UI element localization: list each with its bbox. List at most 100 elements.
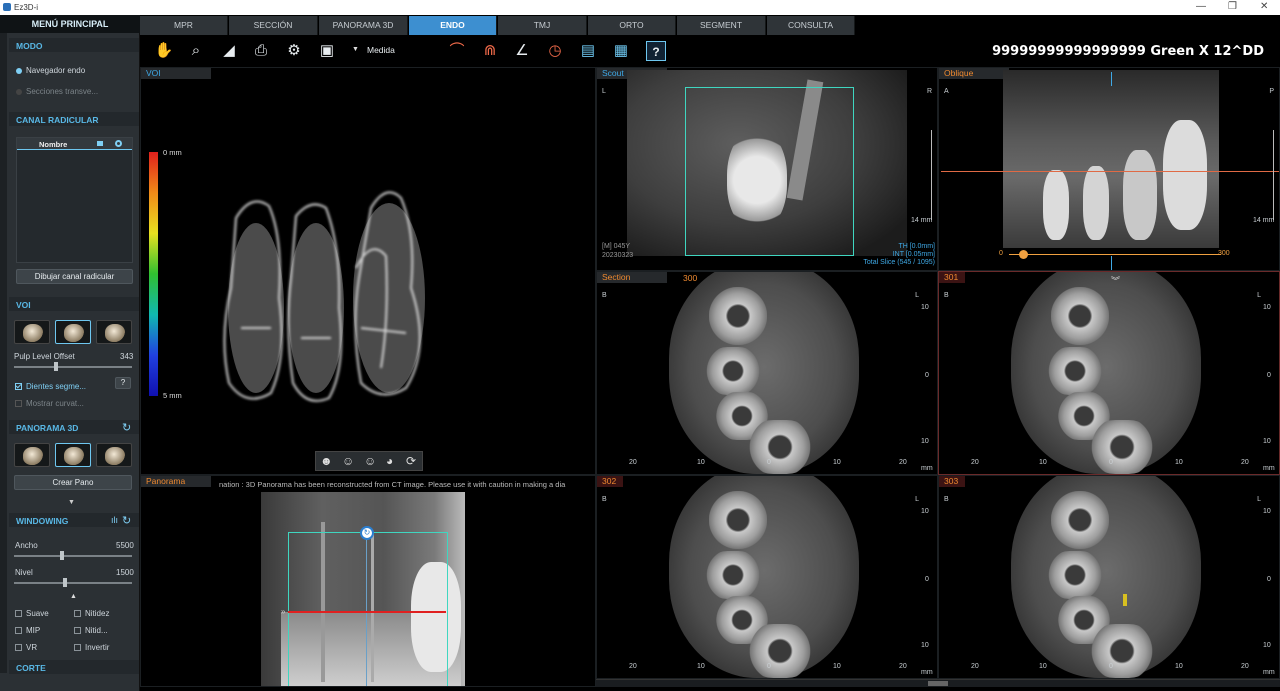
chk-nitid[interactable]: Nitid... — [74, 626, 108, 635]
collapse-chevron-icon[interactable]: ▲ — [70, 593, 77, 600]
rotate-handle-icon[interactable]: ↻ — [360, 526, 374, 540]
oblique-crosshair-v-top[interactable] — [1111, 72, 1112, 86]
expand-chevron-icon[interactable]: ▼ — [68, 499, 75, 506]
main-menu-header[interactable]: MENÚ PRINCIPAL — [0, 15, 140, 33]
pan-hand-icon[interactable]: ✋ — [154, 41, 174, 61]
zoom-icon[interactable]: ⌕ — [186, 41, 206, 61]
minimize-button[interactable]: — — [1196, 1, 1206, 12]
chk-mostrar[interactable]: Mostrar curvat... — [15, 399, 84, 408]
chk-nitidez[interactable]: Nitidez — [74, 609, 109, 618]
teeth-3d-render — [223, 191, 425, 402]
radio-secciones[interactable]: Secciones transve... — [16, 87, 98, 96]
nivel-slider[interactable] — [14, 578, 132, 587]
axis-tick: 10 — [1039, 663, 1047, 670]
voi-xray-thumb[interactable] — [96, 320, 132, 344]
tab-panorama-3d[interactable]: PANORAMA 3D — [319, 16, 408, 35]
ancho-slider[interactable] — [14, 551, 132, 560]
voi-skull-thumb[interactable] — [14, 320, 50, 344]
create-pano-button[interactable]: Crear Pano — [14, 475, 132, 490]
view-right-icon[interactable]: ☺ — [364, 454, 376, 468]
voi-viewport[interactable]: VOI 0 mm 5 mm ☻ ☺ ☺ ◕ ⟳ — [140, 67, 596, 475]
section-302-viewport[interactable]: 302 B L 20 10 0 10 20 10 0 10 mm — [596, 475, 938, 679]
oblique-viewport[interactable]: Oblique A P 14 mm 0 300 — [938, 67, 1280, 271]
scout-viewport[interactable]: Scout L R 14 mm [M] 045Y 20230323 TH [0.… — [596, 67, 938, 271]
arch-split-icon[interactable]: ⋒ — [480, 41, 500, 61]
pulp-slider-knob[interactable] — [53, 362, 58, 371]
tab-mpr[interactable]: MPR — [140, 16, 228, 35]
voi-title: VOI — [16, 300, 31, 310]
voi-teeth-thumb[interactable] — [55, 320, 91, 344]
view-front-icon[interactable]: ☻ — [320, 454, 333, 468]
chk-dientes[interactable]: Dientes segme... — [15, 382, 86, 391]
draw-canal-button[interactable]: Dibujar canal radicular — [16, 269, 133, 284]
tab-segment[interactable]: SEGMENT — [677, 16, 766, 35]
tab-endo[interactable]: ENDO — [409, 16, 497, 35]
tab-seccion[interactable]: SECCIÓN — [229, 16, 318, 35]
histogram-icon[interactable]: ılı — [111, 515, 118, 525]
maximize-button[interactable]: ❐ — [1228, 1, 1237, 12]
section-300-viewport[interactable]: Section 300 B L 20 10 0 10 20 10 0 10 mm — [596, 271, 938, 475]
chk-mip[interactable]: MIP — [15, 626, 40, 635]
visibility-column-icon[interactable] — [115, 140, 122, 147]
pulp-slider[interactable] — [14, 362, 132, 371]
pano-skull-thumb[interactable] — [14, 443, 50, 467]
section-303-viewport[interactable]: 303 B L 20 10 0 10 20 10 0 10 mm — [938, 475, 1280, 679]
radio-navegador-endo[interactable]: Navegador endo — [16, 66, 85, 75]
axis-tick: 0 — [1109, 459, 1113, 466]
measure-dropdown-icon[interactable]: ▼ — [352, 46, 359, 53]
reset-windowing-icon[interactable]: ↻ — [122, 514, 131, 527]
scrollbar-thumb[interactable] — [928, 681, 948, 686]
range-slider-knob[interactable] — [1019, 250, 1029, 259]
pano-curve-thumb[interactable] — [55, 443, 91, 467]
help-icon[interactable]: ? — [646, 41, 666, 61]
app-icon — [3, 3, 11, 11]
range-slider[interactable] — [1009, 254, 1221, 255]
pano-xray-thumb[interactable] — [96, 443, 132, 467]
voi-help-button[interactable]: ? — [115, 377, 131, 389]
measure-dropdown[interactable]: Medida — [367, 45, 395, 55]
canal-marker[interactable] — [1123, 594, 1127, 606]
report-icon[interactable]: ▦ — [611, 41, 631, 61]
canal-list[interactable]: Nombre — [16, 137, 133, 263]
panorama-slice-line[interactable] — [288, 611, 446, 613]
slice-arrow-icon[interactable]: » — [281, 607, 285, 616]
camera-icon[interactable]: ⎙ — [251, 41, 271, 61]
horizontal-scrollbar[interactable] — [596, 679, 1280, 687]
panorama-viewport[interactable]: Panorama nation : 3D Panorama has been r… — [140, 475, 596, 687]
v-tick: 10 — [921, 642, 929, 649]
scout-left-marker: L — [602, 88, 606, 95]
scout-roi-box[interactable] — [685, 87, 854, 256]
tab-tmj[interactable]: TMJ — [498, 16, 587, 35]
oblique-crosshair-v-bottom[interactable] — [1111, 256, 1112, 270]
chk-invertir[interactable]: Invertir — [74, 643, 109, 652]
toolbar: ✋ ⌕ ◢ ⎙ ⚙ ▣ ▼ Medida ⌒ ⋒ ∠ ◷ ▤ ▦ ? 99999… — [140, 35, 1280, 67]
arch-red-icon[interactable]: ⌒ — [447, 41, 467, 61]
close-button[interactable]: ✕ — [1260, 1, 1268, 12]
nivel-slider-knob[interactable] — [63, 578, 68, 587]
ancho-slider-knob[interactable] — [59, 551, 64, 560]
tab-orto[interactable]: ORTO — [588, 16, 676, 35]
clock-reset-icon[interactable]: ◷ — [545, 41, 565, 61]
sec-b: B — [944, 496, 949, 503]
capture-settings-icon[interactable]: ⚙ — [284, 41, 304, 61]
color-column-icon[interactable] — [97, 141, 103, 146]
layout-image-icon[interactable]: ▤ — [578, 41, 598, 61]
contrast-icon[interactable]: ◢ — [219, 41, 239, 61]
sidebar-collapse-strip[interactable] — [0, 33, 7, 673]
refresh-panorama-icon[interactable]: ↻ — [122, 421, 131, 434]
view-rotate-icon[interactable]: ⟳ — [406, 454, 416, 468]
angle-measure-icon[interactable]: ∠ — [512, 41, 532, 61]
view-top-icon[interactable]: ◕ — [386, 454, 393, 468]
oblique-crosshair-h[interactable] — [941, 171, 1279, 172]
collapse-up-icon[interactable]: ︾ — [1111, 274, 1120, 287]
chk-vr[interactable]: VR — [15, 643, 37, 652]
chk-suave[interactable]: Suave — [15, 609, 49, 618]
unit: mm — [1263, 669, 1275, 676]
view-left-icon[interactable]: ☺ — [342, 454, 354, 468]
tab-consulta[interactable]: CONSULTA — [767, 16, 855, 35]
export-image-icon[interactable]: ▣ — [317, 41, 337, 61]
window-title: Ez3D-i — [14, 3, 39, 12]
section-301-viewport[interactable]: 301 ︾ B L 20 10 0 10 20 10 0 10 mm — [938, 271, 1280, 475]
panorama-roi-box[interactable] — [288, 532, 448, 686]
unit: mm — [1263, 465, 1275, 472]
